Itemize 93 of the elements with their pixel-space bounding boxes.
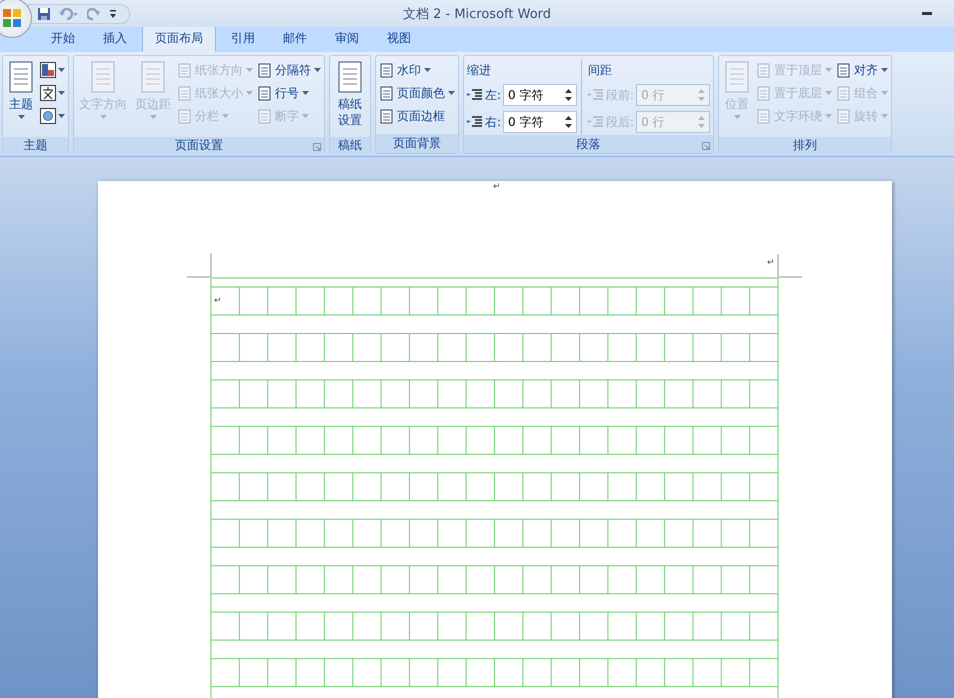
page-icon [257,86,272,100]
save-icon[interactable] [37,6,51,20]
large-ribbon-button[interactable]: 稿纸设置 [333,59,367,137]
page-icon [257,62,272,78]
section-heading: 缩进 [467,62,492,79]
caret-icon [302,114,309,118]
caret-icon [825,91,832,95]
page-icon [140,61,166,93]
swatch-icon [40,85,56,101]
indent-icon [467,88,483,102]
customize-caret-icon[interactable] [109,8,117,18]
ribbon-tab[interactable]: 页面布局 [142,26,216,52]
page-icon [724,61,750,93]
caret-icon [314,68,321,72]
caret-icon [58,68,65,72]
caret-icon [825,68,832,72]
ribbon-button[interactable]: 对齐 [836,59,888,81]
page-icon [177,86,192,100]
spinner-label: 段前: [606,86,634,104]
group-label: 主题 [24,137,48,154]
spinner-label: 右: [485,114,502,130]
caret-icon [58,91,65,95]
caret-icon [246,68,253,72]
caret-icon [424,68,431,72]
group-label: 排列 [793,137,818,154]
caret-icon [222,114,229,118]
caret-icon [881,91,888,95]
page-icon [379,62,394,78]
page-icon [177,108,192,124]
window-title: 文档 2 - Microsoft Word [402,6,552,22]
page-icon [337,61,363,93]
page-icon [177,62,192,78]
swatch-icon [40,108,56,124]
office-button[interactable] [0,0,32,38]
page-icon [257,108,272,124]
ribbon-tab[interactable]: 开始 [38,26,88,52]
caret-icon [100,115,106,119]
page-icon [90,61,116,93]
spin-field[interactable]: 0 字符 [503,84,578,106]
page-icon [756,108,772,124]
ribbon-tab[interactable]: 插入 [90,26,140,52]
theme-option-button[interactable] [40,59,65,81]
spin-arrows-icon [698,88,706,102]
page-icon [379,86,394,100]
group-label: 段落 [576,136,601,152]
caret-icon [881,114,888,118]
caret-icon [150,115,156,119]
indent-icon [588,88,604,102]
section-heading: 间距 [588,62,614,79]
spinner-label: 左: [485,86,502,104]
caret-icon [734,115,741,119]
group-label: 稿纸 [338,137,362,154]
paragraph-mark: ↵ [214,296,222,306]
ribbon-button[interactable]: 分隔符 [257,59,321,81]
caret-icon [881,68,888,72]
page-icon [756,62,772,78]
ribbon-tab[interactable]: 邮件 [270,26,320,52]
swatch-icon [40,62,56,78]
ribbon-tab[interactable]: 引用 [218,26,268,52]
spinner-label: 段后: [606,114,634,130]
ribbon-button[interactable]: 页面边框 [379,105,455,127]
page-icon [836,108,852,124]
theme-option-button[interactable] [40,82,65,104]
ribbon-tab[interactable]: 审阅 [322,26,372,52]
page-icon [836,62,852,78]
caret-icon [302,91,309,95]
theme-option-button[interactable] [40,105,65,127]
indent-icon [467,115,483,129]
spin-arrows-icon [698,115,706,129]
ribbon-tab[interactable]: 视图 [374,26,424,52]
page-icon [836,86,852,100]
caret-icon [825,114,832,118]
page-icon [8,61,34,93]
caret-icon [58,114,65,118]
caret-icon [18,115,24,119]
group-label: 页面背景 [393,135,441,152]
page-icon [379,108,394,124]
spin-arrows-icon [565,88,572,102]
spin-field[interactable]: 0 字符 [503,111,578,133]
paragraph-mark: ↵ [493,182,501,192]
caret-icon [246,91,253,95]
indent-icon [588,115,604,129]
page-icon [756,86,772,100]
minimize-icon[interactable] [922,12,932,16]
ribbon-button[interactable]: 页面颜色 [379,82,455,104]
spin-arrows-icon [565,115,572,129]
large-ribbon-button[interactable]: 主题 [6,59,36,137]
paragraph-mark: ↵ [767,258,775,268]
ribbon-button[interactable]: 水印 [379,59,455,81]
office-logo-icon [1,6,23,28]
caret-icon [448,91,455,95]
ribbon-button[interactable]: 行号 [257,82,321,104]
group-label: 页面设置 [175,137,223,154]
